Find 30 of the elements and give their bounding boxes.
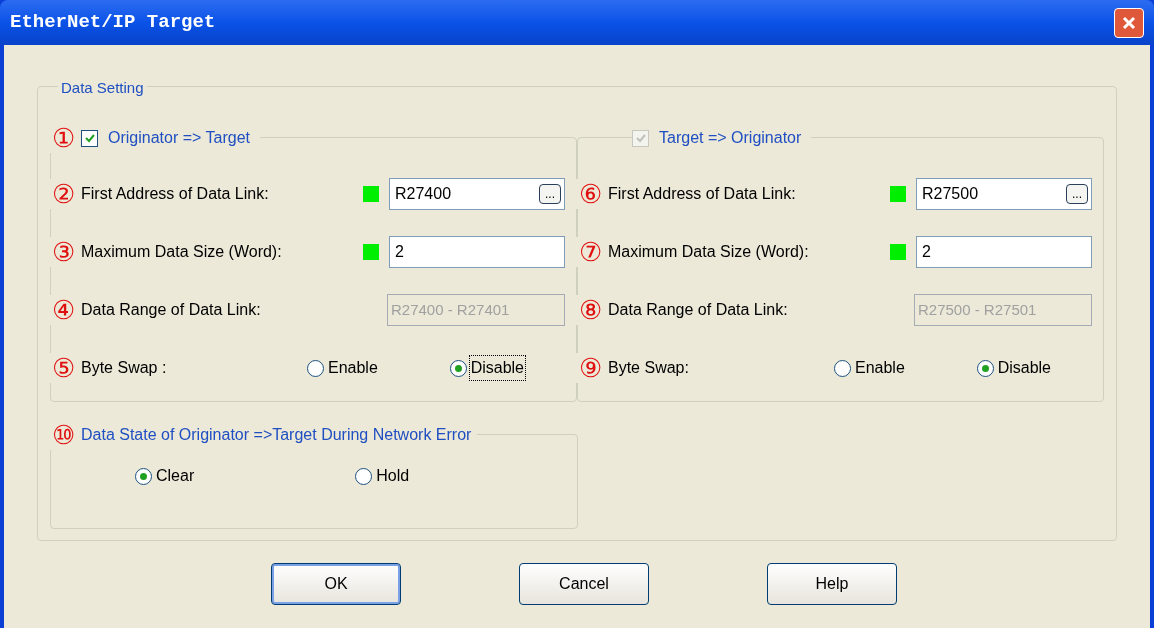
field-label: Byte Swap: bbox=[608, 358, 690, 378]
radio-option[interactable]: Disable bbox=[449, 356, 525, 380]
status-indicator-icon bbox=[890, 186, 906, 202]
field-label: Maximum Data Size (Word): bbox=[81, 242, 283, 262]
range-field: R27500 - R27501 bbox=[914, 294, 1092, 326]
field-label: Data Range of Data Link: bbox=[81, 300, 262, 320]
close-button[interactable] bbox=[1114, 7, 1144, 38]
radio-option[interactable]: Clear bbox=[135, 464, 196, 488]
field-label: Byte Swap : bbox=[81, 358, 168, 378]
field-label: First Address of Data Link: bbox=[81, 184, 270, 204]
field-label: Maximum Data Size (Word): bbox=[608, 242, 810, 262]
window-title: EtherNet/IP Target bbox=[10, 10, 217, 36]
check-icon bbox=[83, 132, 96, 144]
address-field[interactable]: R27400 ... bbox=[389, 178, 565, 210]
radio-option[interactable]: Enable bbox=[307, 356, 379, 380]
size-field[interactable]: 2 bbox=[389, 236, 565, 268]
status-indicator-icon bbox=[363, 186, 379, 202]
dialog-button[interactable]: OK bbox=[271, 563, 401, 605]
browse-button[interactable]: ... bbox=[539, 184, 561, 204]
status-indicator-icon bbox=[363, 244, 379, 260]
check-icon bbox=[634, 132, 647, 144]
dialog-button[interactable]: Help bbox=[767, 563, 897, 605]
close-icon bbox=[1121, 14, 1137, 31]
status-indicator-icon bbox=[890, 244, 906, 260]
dialog-button[interactable]: Cancel bbox=[519, 563, 649, 605]
checkbox[interactable] bbox=[81, 129, 98, 147]
field-label: Data Range of Data Link: bbox=[608, 300, 789, 320]
radio-option[interactable]: Hold bbox=[355, 464, 411, 488]
field-label: First Address of Data Link: bbox=[608, 184, 797, 204]
range-field: R27400 - R27401 bbox=[387, 294, 565, 326]
